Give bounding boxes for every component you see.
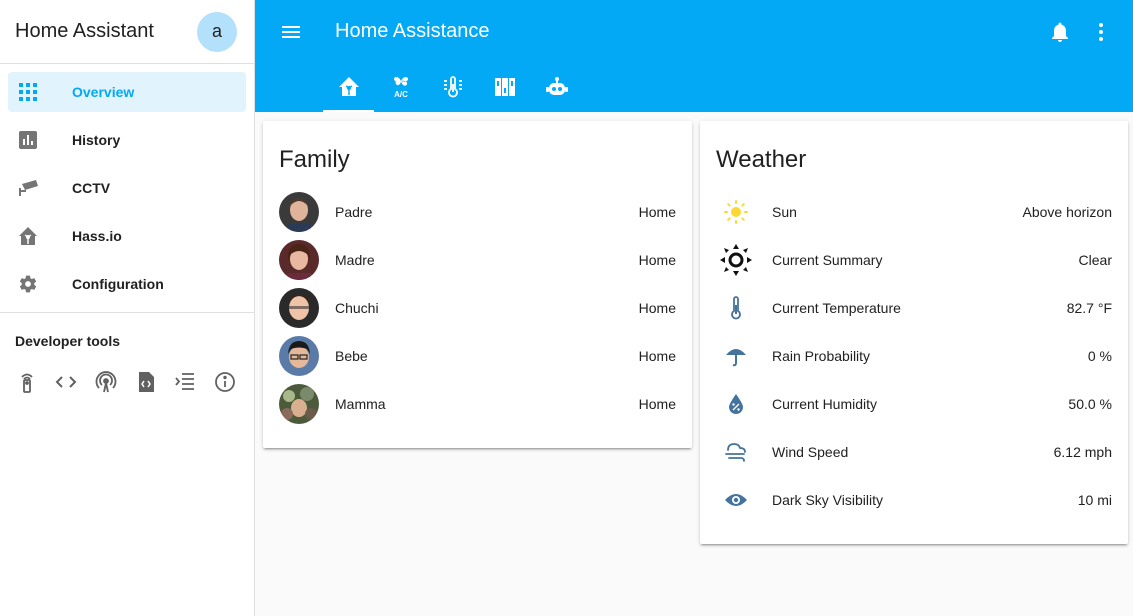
person-name: Madre — [335, 252, 375, 268]
code-icon[interactable] — [55, 371, 77, 393]
app-title: Home Assistant — [15, 20, 154, 42]
person-avatar — [279, 336, 319, 376]
weather-label: Sun — [772, 204, 797, 220]
person-name: Chuchi — [335, 300, 379, 316]
person-row[interactable]: Madre Home — [263, 236, 692, 284]
weather-value: 6.12 mph — [1053, 444, 1112, 460]
sidebar-item-label: Hass.io — [72, 228, 122, 244]
more-vertical-icon[interactable] — [1089, 20, 1113, 44]
view-tabs: A/C — [323, 66, 583, 112]
menu-icon[interactable] — [279, 20, 303, 44]
weather-value: Clear — [1078, 252, 1112, 268]
air-conditioner-icon: A/C — [390, 75, 412, 104]
umbrella-icon — [716, 336, 756, 376]
sidebar-item-configuration[interactable]: Configuration — [8, 264, 246, 304]
tab-switches[interactable] — [479, 66, 530, 112]
sidebar: Home Assistant a Overview History CCTV H… — [0, 0, 255, 616]
weather-label: Current Humidity — [772, 396, 878, 412]
remote-icon[interactable] — [16, 371, 37, 393]
weather-value: 0 % — [1087, 348, 1112, 364]
person-state: Home — [638, 300, 676, 316]
person-name: Bebe — [335, 348, 368, 364]
person-state: Home — [638, 252, 676, 268]
tab-temperature[interactable] — [427, 66, 478, 112]
weather-value: 50.0 % — [1068, 396, 1112, 412]
person-name: Mamma — [335, 396, 386, 412]
family-card: Family Padre Home Madre Home Chuchi Home… — [263, 121, 692, 448]
sidebar-nav: Overview History CCTV Hass.io Configurat… — [0, 64, 254, 304]
clear-sky-icon — [716, 240, 756, 280]
weather-row-sun[interactable]: Sun Above horizon — [700, 188, 1128, 236]
thermometer-icon — [442, 75, 464, 103]
weather-value: Above horizon — [1022, 204, 1112, 220]
developer-tools — [0, 349, 254, 393]
antenna-icon[interactable] — [95, 371, 117, 393]
sidebar-item-label: CCTV — [72, 180, 111, 196]
thermometer-icon — [716, 288, 756, 328]
sidebar-item-label: Overview — [72, 84, 135, 100]
sun-icon — [716, 192, 756, 232]
gear-icon — [18, 274, 38, 294]
user-avatar[interactable]: a — [197, 11, 237, 52]
switches-icon — [494, 77, 516, 102]
weather-label: Wind Speed — [772, 444, 849, 460]
weather-value: 10 mi — [1077, 492, 1112, 508]
weather-card: Weather Sun Above horizon Current Summar… — [700, 121, 1128, 544]
hassio-icon — [18, 226, 38, 246]
template-icon[interactable] — [174, 371, 196, 393]
person-avatar — [279, 288, 319, 328]
tab-automation[interactable] — [531, 66, 582, 112]
person-row[interactable]: Bebe Home — [263, 332, 692, 380]
sidebar-item-cctv[interactable]: CCTV — [8, 168, 246, 208]
grid-icon — [18, 82, 38, 102]
person-name: Padre — [335, 204, 373, 220]
person-avatar — [279, 192, 319, 232]
person-row[interactable]: Mamma Home — [263, 380, 692, 428]
sidebar-item-label: Configuration — [72, 276, 164, 292]
chart-icon — [18, 130, 38, 150]
weather-label: Current Summary — [772, 252, 883, 268]
tab-climate[interactable]: A/C — [375, 66, 426, 112]
person-state: Home — [638, 348, 676, 364]
app-toolbar: Home Assistance A/C — [255, 0, 1133, 112]
sidebar-item-history[interactable]: History — [8, 120, 246, 160]
person-row[interactable]: Chuchi Home — [263, 284, 692, 332]
weather-row-wind[interactable]: Wind Speed 6.12 mph — [700, 428, 1128, 476]
wind-icon — [716, 432, 756, 472]
robot-icon — [545, 76, 568, 103]
file-code-icon[interactable] — [135, 371, 156, 393]
tab-home[interactable] — [323, 66, 374, 112]
weather-label: Current Temperature — [772, 300, 901, 316]
weather-row-temperature[interactable]: Current Temperature 82.7 °F — [700, 284, 1128, 332]
sidebar-item-label: History — [72, 132, 121, 148]
svg-text:A/C: A/C — [394, 90, 408, 99]
weather-row-humidity[interactable]: Current Humidity 50.0 % — [700, 380, 1128, 428]
person-avatar — [279, 384, 319, 424]
sidebar-item-hassio[interactable]: Hass.io — [8, 216, 246, 256]
bell-icon[interactable] — [1048, 20, 1072, 44]
weather-label: Rain Probability — [772, 348, 871, 364]
family-card-title: Family — [279, 146, 350, 173]
weather-row-rain[interactable]: Rain Probability 0 % — [700, 332, 1128, 380]
weather-row-visibility[interactable]: Dark Sky Visibility 10 mi — [700, 476, 1128, 524]
weather-row-summary[interactable]: Current Summary Clear — [700, 236, 1128, 284]
eye-icon — [716, 480, 756, 520]
info-icon[interactable] — [214, 371, 236, 393]
home-assistant-icon — [338, 76, 360, 103]
weather-label: Dark Sky Visibility — [772, 492, 883, 508]
person-row[interactable]: Padre Home — [263, 188, 692, 236]
cctv-icon — [18, 178, 38, 198]
person-avatar — [279, 240, 319, 280]
sidebar-item-overview[interactable]: Overview — [8, 72, 246, 112]
person-state: Home — [638, 396, 676, 412]
developer-tools-title: Developer tools — [15, 333, 121, 349]
sidebar-header: Home Assistant a — [0, 0, 254, 64]
weather-value: 82.7 °F — [1066, 300, 1112, 316]
person-state: Home — [638, 204, 676, 220]
water-percent-icon — [716, 384, 756, 424]
weather-card-title: Weather — [716, 146, 807, 173]
page-title: Home Assistance — [335, 20, 490, 42]
